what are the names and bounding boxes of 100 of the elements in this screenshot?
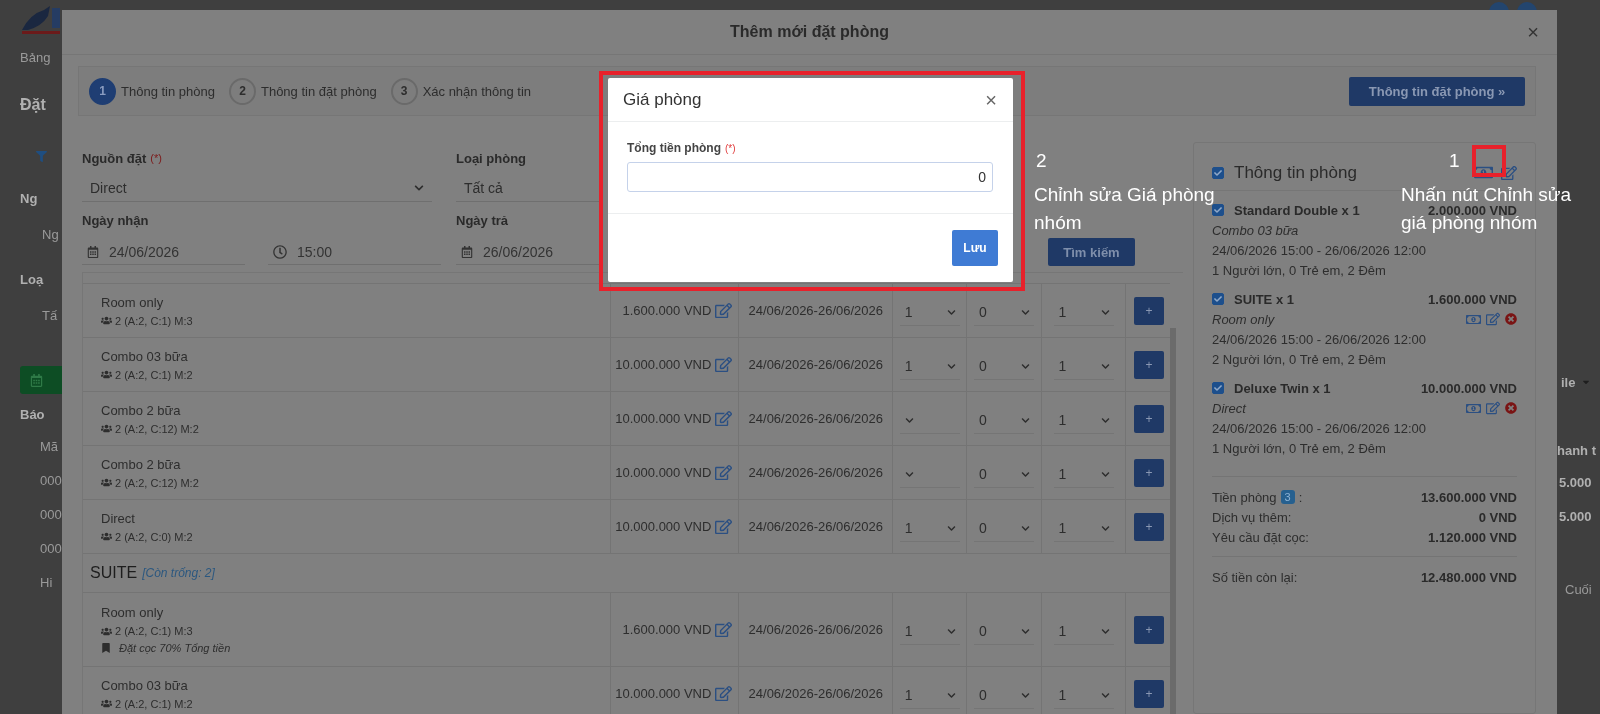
close-button[interactable]: × [1527,22,1539,42]
add-button[interactable]: + [1134,615,1164,644]
step-number: 3 [390,77,418,105]
bookmark-icon [101,643,111,653]
capacity-text: 2 (A:2, C:1) M:3 [115,625,193,637]
next-step-button[interactable]: Thông tin đặt phòng » [1349,76,1525,106]
add-button[interactable]: + [1134,350,1164,379]
checkbox[interactable] [1212,382,1224,394]
edit-icon[interactable] [715,518,733,535]
search-button[interactable]: Tìm kiếm [1048,238,1135,266]
children-select[interactable]: 0 [974,618,1035,645]
add-button[interactable]: + [1134,512,1164,541]
edit-icon[interactable] [1501,164,1517,181]
room-type-select[interactable]: Tất cả [456,174,600,202]
checkbox[interactable] [1212,204,1224,216]
table-cell: 5.000 [1559,508,1592,524]
wizard-step[interactable]: 2 Thông tin đặt phòng [228,77,377,105]
stay-dates: 24/06/2026 15:00 - 26/06/2026 12:00 [1212,420,1426,436]
chevron-icon [1021,361,1031,371]
room-type-heading: SUITE [90,564,138,582]
edit-icon[interactable] [715,356,733,373]
input-field[interactable]: Ng [42,226,59,242]
children-select[interactable]: 0 [974,299,1035,326]
total-value: 0 VND [1478,509,1517,525]
table-cell: 000 [40,540,62,556]
quantity-select[interactable]: 1 [1053,299,1114,326]
table-cell: 000 [40,472,62,488]
input-field[interactable]: Tấ [42,307,58,323]
add-button[interactable]: + [1134,679,1164,708]
users-icon [101,531,112,542]
date-field[interactable]: 26/06/2026 [456,239,600,265]
rate-name: Combo 03 bữa [1212,222,1299,238]
checkbox[interactable] [1212,293,1224,305]
wizard-step[interactable]: 1 Thông tin phòng [89,77,215,105]
delete-icon[interactable] [1505,402,1517,414]
field-label: Ng [20,190,38,206]
time-field[interactable]: 15:00 [268,239,441,265]
chevron-icon [946,690,956,700]
chevron-icon [904,469,914,479]
edit-icon[interactable] [715,302,733,319]
adults-select[interactable]: 1 [899,299,960,326]
children-select[interactable]: 0 [974,407,1035,434]
date-range: 24/06/2026-26/06/2026 [748,411,884,426]
field-label: Loạ [20,271,44,287]
field-label: Ngày trả [456,212,509,228]
field-label: Tổng tiền phòng [627,141,721,155]
edit-icon[interactable] [1486,401,1500,415]
edit-icon[interactable] [715,621,733,638]
guest-count: 2 Người lớn, 0 Trẻ em, 2 Đêm [1212,351,1386,367]
add-button[interactable]: + [1134,458,1164,487]
add-button[interactable]: + [1134,404,1164,433]
children-select[interactable]: 0 [974,682,1035,709]
edit-icon[interactable] [715,410,733,427]
users-icon [101,625,112,637]
quantity-select[interactable]: 1 [1053,461,1114,488]
children-select[interactable]: 0 [974,515,1035,542]
chevron-icon [1100,690,1110,700]
pagination-link[interactable]: Cuối [1565,581,1592,597]
quantity-select[interactable]: 1 [1053,618,1114,645]
total-value: 13.600.000 VND [1420,489,1517,505]
price-text: 1.600.000 VND [622,622,712,637]
children-select[interactable]: 0 [974,461,1035,488]
edit-icon[interactable] [1486,312,1500,326]
quantity-select[interactable]: 1 [1053,682,1114,709]
children-select[interactable]: 0 [974,353,1035,380]
adults-select[interactable]: 1 [899,682,960,709]
nav-link[interactable]: Bảng [20,49,51,65]
room-name: Standard Double x 1 [1234,202,1360,218]
quantity-select[interactable]: 1 [1053,515,1114,542]
adults-select[interactable]: 1 [899,515,960,542]
input-field[interactable]: 0 [627,162,993,192]
calendar-button[interactable] [20,366,62,394]
users-icon [101,477,112,488]
table-cell: 000 [40,506,62,522]
delete-icon[interactable] [1505,313,1517,325]
field-label: Nguồn đặt [82,150,147,166]
checkbox[interactable] [1212,166,1224,179]
add-button[interactable]: + [1134,296,1164,325]
room-name: SUITE x 1 [1234,291,1294,307]
dropdown-button[interactable]: ile [1561,374,1576,390]
count-badge: 3 [1280,490,1295,504]
wizard-step[interactable]: 3 Xác nhận thông tin [390,77,532,105]
quantity-select[interactable]: 1 [1053,407,1114,434]
date-field[interactable]: 24/06/2026 [82,239,245,265]
adults-select[interactable]: 1 [899,618,960,645]
edit-icon[interactable] [715,464,733,481]
chevron-icon [946,307,956,317]
rate-name: Combo 03 bữa [101,677,189,693]
close-button[interactable]: × [985,89,997,110]
edit-icon[interactable] [715,685,733,702]
users-icon [101,698,112,709]
adults-select[interactable]: 1 [899,353,960,380]
date-range: 24/06/2026-26/06/2026 [748,465,884,480]
calendar-icon [461,245,473,258]
price-text: 10.000.000 VND [615,465,712,480]
quantity-select[interactable]: 1 [1053,353,1114,380]
source-select[interactable]: Direct [82,174,432,202]
save-button[interactable]: Lưu [952,230,998,266]
date-range: 24/06/2026-26/06/2026 [748,519,884,534]
calendar-icon [87,245,99,258]
